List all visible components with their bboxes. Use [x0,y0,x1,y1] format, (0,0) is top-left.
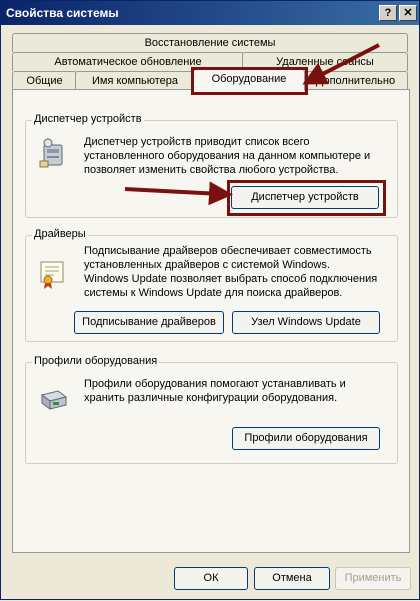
title-bar[interactable]: Свойства системы ? ✕ [1,1,419,25]
drivers-group: Драйверы Подписывание драйверов обеспечи… [25,228,398,342]
drivers-description: Подписывание драйверов обеспечивает совм… [84,245,378,299]
windows-update-button[interactable]: Узел Windows Update [232,311,380,334]
hardware-tab-panel: Диспетчер устройств Диспетчер устройств … [12,89,410,553]
hardware-profiles-group: Профили оборудования Профили оборудовани… [25,355,398,464]
system-properties-window: Свойства системы ? ✕ Восстановление сист… [0,0,420,600]
help-button[interactable]: ? [379,5,397,21]
tab-computer-name[interactable]: Имя компьютера [75,71,195,90]
drivers-group-label: Драйверы [32,228,88,240]
tab-general[interactable]: Общие [12,71,77,90]
device-manager-icon [38,137,68,169]
device-manager-group-label: Диспетчер устройств [32,113,144,125]
driver-signing-button[interactable]: Подписывание драйверов [74,311,224,334]
certificate-icon [38,258,68,290]
hardware-profiles-group-label: Профили оборудования [32,355,160,367]
ok-button[interactable]: ОК [174,567,248,590]
tab-system-restore[interactable]: Восстановление системы [12,33,408,52]
apply-button[interactable]: Применить [335,567,411,590]
device-manager-button[interactable]: Диспетчер устройств [231,186,379,209]
device-manager-group: Диспетчер устройств Диспетчер устройств … [25,113,398,218]
hardware-profile-icon [38,383,68,415]
tab-advanced[interactable]: Дополнительно [303,71,408,90]
close-button[interactable]: ✕ [399,5,417,21]
device-manager-description: Диспетчер устройств приводит список всег… [84,136,371,176]
window-title: Свойства системы [6,6,119,20]
cancel-button[interactable]: Отмена [254,567,330,590]
tab-hardware[interactable]: Оборудование [193,69,305,91]
hardware-profiles-description: Профили оборудования помогают устанавлив… [84,378,346,404]
hardware-profiles-button[interactable]: Профили оборудования [232,427,380,450]
